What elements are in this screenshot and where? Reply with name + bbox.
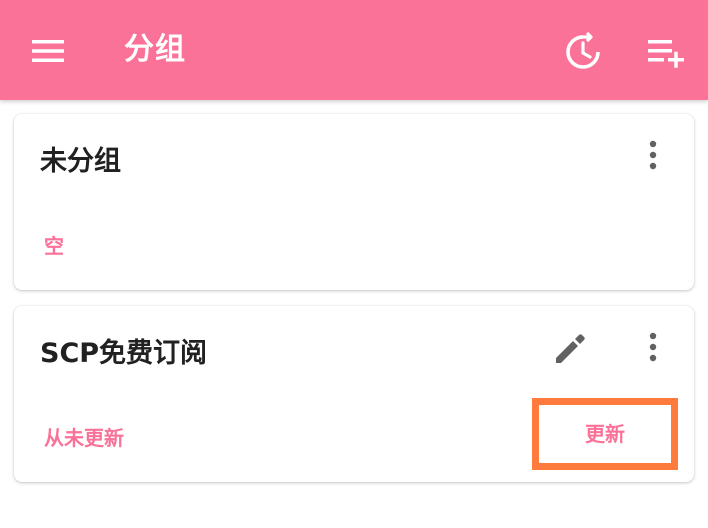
- history-icon: [566, 32, 600, 69]
- group-name: SCP免费订阅: [40, 338, 208, 369]
- edit-icon: [556, 334, 585, 363]
- update-button[interactable]: 更新: [532, 398, 678, 470]
- update-button-label: 更新: [585, 422, 625, 446]
- more-options-button[interactable]: [638, 330, 668, 364]
- playlist-add-button[interactable]: [644, 34, 688, 74]
- more-vert-icon: [649, 140, 657, 170]
- group-card[interactable]: SCP免费订阅 从未更新 更新: [14, 306, 694, 482]
- playlist-add-icon: [648, 40, 684, 68]
- group-name: 未分组: [40, 146, 121, 177]
- menu-button[interactable]: [28, 34, 68, 68]
- more-options-button[interactable]: [638, 138, 668, 172]
- history-button[interactable]: [563, 32, 603, 72]
- more-vert-icon: [649, 332, 657, 362]
- edit-button[interactable]: [552, 330, 588, 366]
- page-title: 分组: [124, 32, 186, 67]
- group-card[interactable]: 未分组 空: [14, 114, 694, 290]
- top-app-bar: 分组: [0, 0, 708, 100]
- group-status: 从未更新: [44, 426, 124, 450]
- menu-icon: [32, 40, 64, 62]
- group-status: 空: [44, 234, 64, 258]
